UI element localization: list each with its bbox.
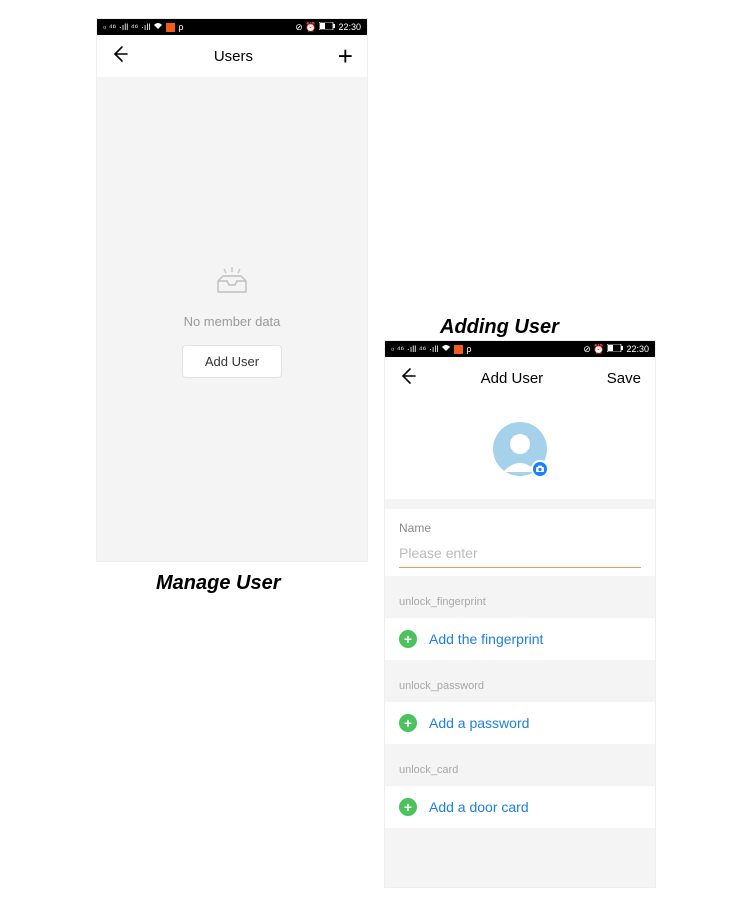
avatar-section xyxy=(385,399,655,499)
status-bar: ▫ ⁴⁶ ·ıll ⁴⁶ ·ıll ρ ⊘ ⏰ 22:30 xyxy=(97,19,367,35)
caption-manage-user: Manage User xyxy=(156,572,281,595)
add-fingerprint-row[interactable]: + Add the fingerprint xyxy=(385,618,655,660)
dnd-alarm-icons: ⊘ ⏰ xyxy=(295,22,316,33)
wifi-icon xyxy=(441,344,451,354)
app-icon xyxy=(166,23,175,32)
status-misc-icon: ρ xyxy=(178,22,183,32)
nav-bar: Users + xyxy=(97,35,367,77)
add-user-button[interactable]: Add User xyxy=(182,345,282,378)
name-label: Name xyxy=(399,521,641,535)
password-header: unlock_password xyxy=(385,670,655,702)
password-block: unlock_password + Add a password xyxy=(385,670,655,744)
status-misc-icon: ρ xyxy=(466,344,471,354)
inbox-icon xyxy=(214,267,250,304)
add-card-row[interactable]: + Add a door card xyxy=(385,786,655,828)
add-password-label: Add a password xyxy=(429,715,529,731)
plus-icon: + xyxy=(399,798,417,816)
status-time: 22:30 xyxy=(626,344,649,354)
add-user-body: Name unlock_fingerprint + Add the finger… xyxy=(385,399,655,887)
add-password-row[interactable]: + Add a password xyxy=(385,702,655,744)
wifi-icon xyxy=(153,22,163,32)
status-bar: ▫ ⁴⁶ ·ıll ⁴⁶ ·ıll ρ ⊘ ⏰ 22:30 xyxy=(385,341,655,357)
save-button[interactable]: Save xyxy=(607,371,641,386)
status-time: 22:30 xyxy=(338,22,361,32)
caption-adding-user: Adding User xyxy=(440,316,559,339)
add-fingerprint-label: Add the fingerprint xyxy=(429,631,543,647)
battery-icon xyxy=(607,344,623,354)
name-input[interactable] xyxy=(399,545,641,568)
add-card-label: Add a door card xyxy=(429,799,529,815)
card-block: unlock_card + Add a door card xyxy=(385,754,655,828)
page-title: Add User xyxy=(481,370,544,387)
dnd-alarm-icons: ⊘ ⏰ xyxy=(583,344,604,355)
add-icon[interactable]: + xyxy=(338,43,353,69)
nav-bar: Add User Save xyxy=(385,357,655,399)
empty-text: No member data xyxy=(184,314,281,329)
plus-icon: + xyxy=(399,630,417,648)
manage-user-screen: ▫ ⁴⁶ ·ıll ⁴⁶ ·ıll ρ ⊘ ⏰ 22:30 Users + xyxy=(96,18,368,562)
empty-state: No member data Add User xyxy=(97,267,367,378)
camera-icon[interactable] xyxy=(531,460,549,478)
page-title: Users xyxy=(214,48,253,65)
carrier-icons: ▫ ⁴⁶ ·ıll ⁴⁶ ·ıll xyxy=(103,22,150,32)
fingerprint-block: unlock_fingerprint + Add the fingerprint xyxy=(385,586,655,660)
battery-icon xyxy=(319,22,335,32)
plus-icon: + xyxy=(399,714,417,732)
carrier-icons: ▫ ⁴⁶ ·ıll ⁴⁶ ·ıll xyxy=(391,344,438,354)
app-icon xyxy=(454,345,463,354)
add-user-screen: ▫ ⁴⁶ ·ıll ⁴⁶ ·ıll ρ ⊘ ⏰ 22:30 Add User S… xyxy=(384,340,656,888)
user-list-body: No member data Add User xyxy=(97,77,367,561)
avatar[interactable] xyxy=(493,422,547,476)
name-section: Name xyxy=(385,509,655,576)
card-header: unlock_card xyxy=(385,754,655,786)
fingerprint-header: unlock_fingerprint xyxy=(385,586,655,618)
back-icon[interactable] xyxy=(111,45,129,67)
back-icon[interactable] xyxy=(399,367,417,389)
